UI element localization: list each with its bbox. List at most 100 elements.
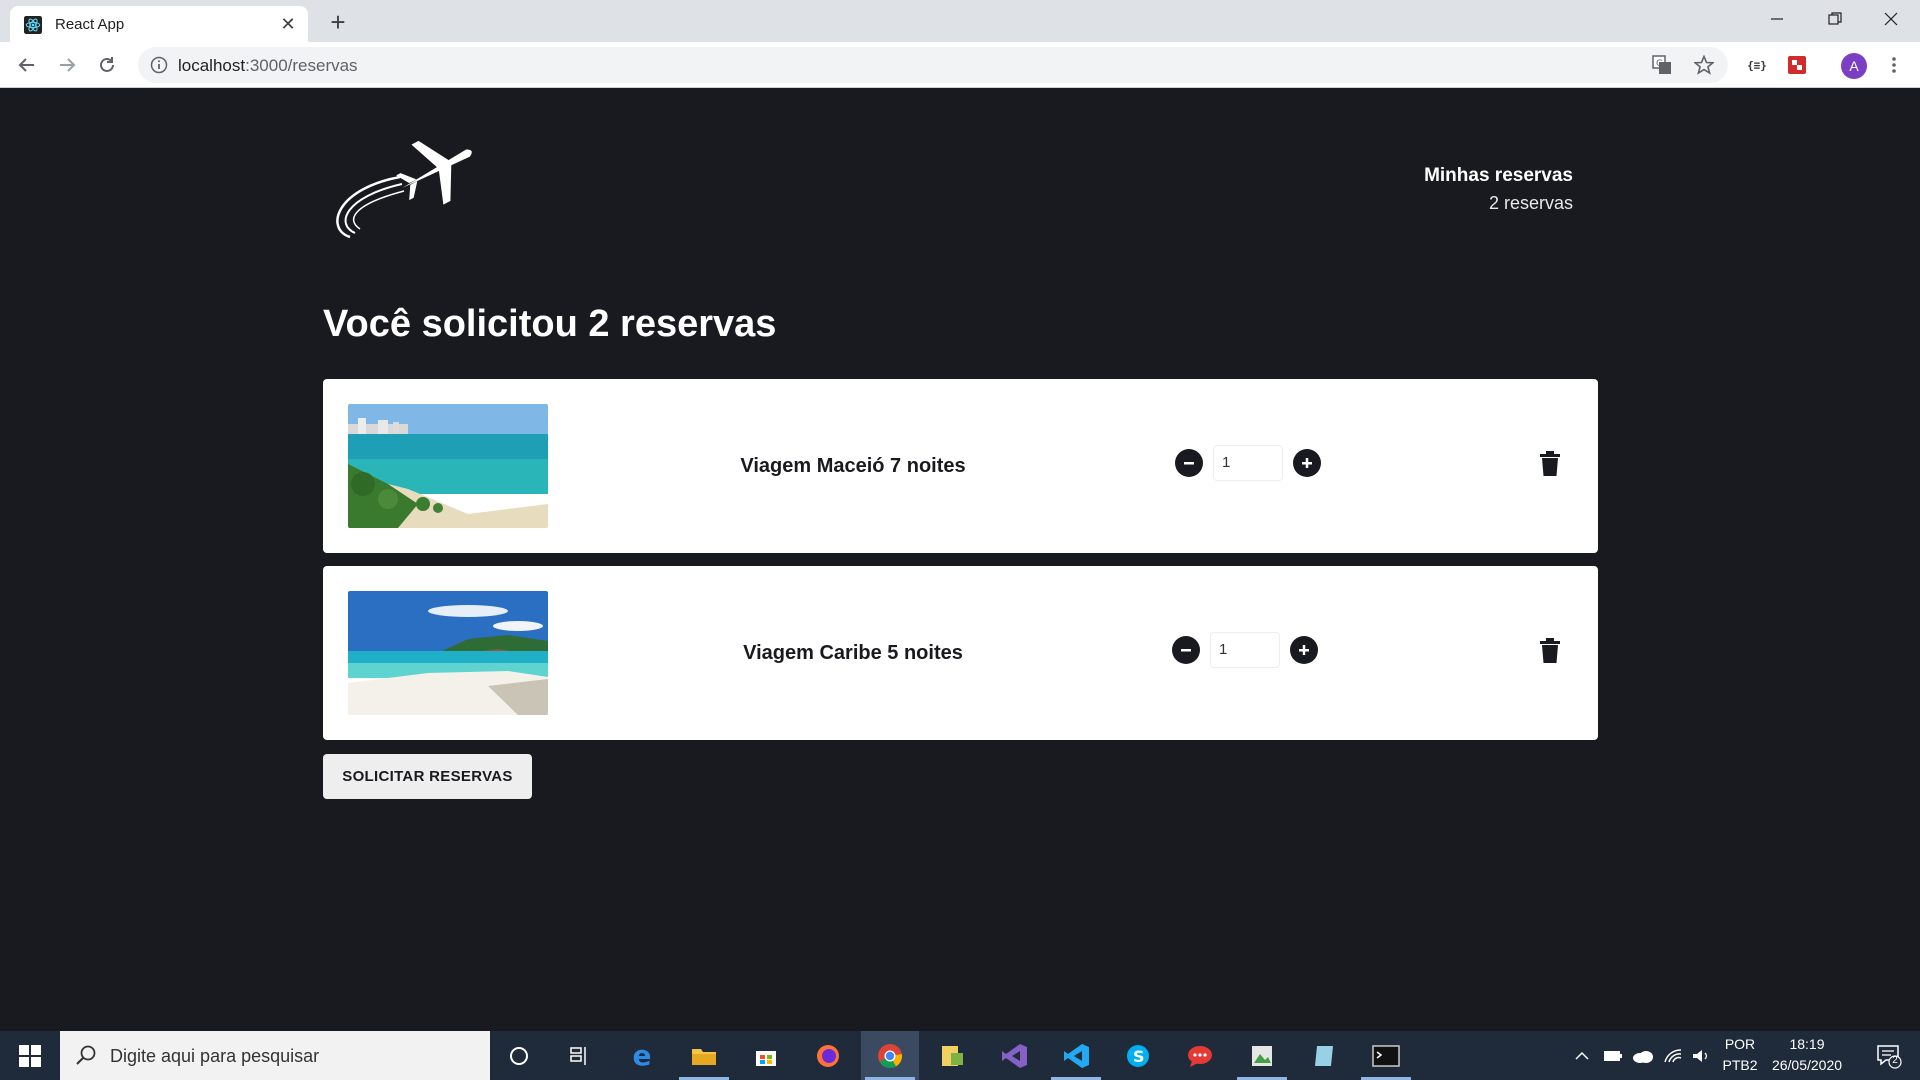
- quantity-input[interactable]: 1: [1210, 632, 1280, 668]
- taskbar-chrome[interactable]: [861, 1031, 919, 1080]
- minus-icon: [1184, 462, 1194, 465]
- bookmark-button[interactable]: [1690, 51, 1718, 79]
- url-path: :3000/reservas: [245, 56, 358, 75]
- browser-tab[interactable]: React App ✕: [10, 6, 308, 42]
- restore-icon: [1828, 12, 1842, 25]
- arrow-right-icon: [60, 58, 76, 72]
- taskbar-firefox[interactable]: [799, 1031, 857, 1080]
- minus-icon: [1181, 649, 1191, 652]
- taskbar-file-explorer[interactable]: [675, 1031, 733, 1080]
- profile-avatar[interactable]: A: [1841, 53, 1867, 79]
- cortana-icon: [510, 1046, 528, 1065]
- minimize-button[interactable]: [1748, 0, 1806, 38]
- cart-summary[interactable]: Minhas reservas 2 reservas: [1424, 165, 1573, 214]
- plus-icon: [1299, 645, 1309, 655]
- minimize-icon: [1771, 18, 1783, 20]
- airplane-logo[interactable]: [330, 129, 480, 249]
- wifi-indicator[interactable]: [1660, 1031, 1686, 1080]
- cart-title: Minhas reservas: [1424, 165, 1573, 186]
- plus-icon: [1302, 458, 1312, 468]
- decrement-button[interactable]: [1175, 449, 1203, 477]
- page: Minhas reservas 2 reservas Você solicito…: [0, 89, 1920, 1031]
- booking-card: Viagem Maceió 7 noites 1: [323, 379, 1598, 553]
- back-button[interactable]: [12, 50, 42, 80]
- tools-icon: [942, 1045, 963, 1066]
- submit-reservations-button[interactable]: SOLICITAR RESERVAS: [323, 754, 532, 799]
- menu-button[interactable]: [1880, 51, 1908, 79]
- clock-date: 26/05/2020: [1771, 1057, 1843, 1073]
- json-extension-button[interactable]: {≡}: [1743, 51, 1771, 79]
- translate-icon: G: [1652, 55, 1671, 74]
- search-icon: [76, 1045, 96, 1065]
- booking-card: Viagem Caribe 5 noites 1: [323, 566, 1598, 740]
- notes-icon: [1315, 1045, 1333, 1066]
- info-icon[interactable]: [150, 56, 168, 74]
- tab-title: React App: [55, 16, 125, 33]
- delete-icon[interactable]: [1538, 638, 1562, 664]
- task-view-icon: [570, 1046, 586, 1065]
- notification-count: 2: [1892, 1055, 1898, 1066]
- battery-indicator[interactable]: [1600, 1031, 1626, 1080]
- clock[interactable]: 18:19 26/05/2020: [1762, 1036, 1852, 1073]
- reload-button[interactable]: [92, 50, 122, 80]
- decrement-button[interactable]: [1172, 636, 1200, 664]
- windows-icon: [19, 1044, 41, 1067]
- taskbar-notes[interactable]: [1295, 1031, 1353, 1080]
- svg-text:S: S: [1133, 1047, 1145, 1066]
- taskbar-app-tools[interactable]: [923, 1031, 981, 1080]
- windows-taskbar: Digite aqui para pesquisar e S POR PTB2 …: [0, 1031, 1920, 1080]
- taskbar-vscode[interactable]: [1047, 1031, 1105, 1080]
- chrome-icon: [878, 1043, 903, 1068]
- taskbar-edge[interactable]: e: [613, 1031, 671, 1080]
- json-icon: {≡}: [1747, 58, 1767, 72]
- firefox-icon: [817, 1044, 839, 1067]
- skype-icon: S: [1127, 1044, 1149, 1067]
- url-host: localhost: [178, 56, 246, 75]
- onedrive-indicator[interactable]: [1630, 1031, 1656, 1080]
- keyboard-layout: PTB2: [1722, 1057, 1758, 1073]
- image-viewer-icon: [1252, 1045, 1272, 1066]
- task-view-button[interactable]: [551, 1031, 609, 1080]
- folder-icon: [692, 1048, 716, 1065]
- taskbar-store[interactable]: [737, 1031, 795, 1080]
- taskbar-search[interactable]: Digite aqui para pesquisar: [60, 1031, 490, 1080]
- extension-button[interactable]: [1783, 51, 1811, 79]
- chat-icon: [1188, 1045, 1212, 1067]
- increment-button[interactable]: [1290, 636, 1318, 664]
- chevron-up-icon: [1575, 1051, 1589, 1060]
- taskbar-visual-studio[interactable]: [985, 1031, 1043, 1080]
- start-button[interactable]: [0, 1031, 60, 1080]
- taskbar-terminal[interactable]: [1357, 1031, 1415, 1080]
- translate-button[interactable]: G: [1648, 51, 1676, 79]
- volume-icon: [1693, 1049, 1708, 1062]
- tab-close-button[interactable]: ✕: [276, 12, 300, 36]
- reload-icon: [100, 57, 114, 72]
- new-tab-button[interactable]: +: [324, 8, 352, 36]
- restore-button[interactable]: [1806, 0, 1864, 38]
- quantity-input[interactable]: 1: [1213, 445, 1283, 481]
- input-language[interactable]: POR PTB2: [1718, 1036, 1762, 1073]
- taskbar-image-viewer[interactable]: [1233, 1031, 1291, 1080]
- clock-time: 18:19: [1789, 1036, 1825, 1052]
- arrow-left-icon: [18, 58, 34, 72]
- address-bar[interactable]: localhost:3000/reservas G: [138, 47, 1728, 83]
- close-window-button[interactable]: [1862, 0, 1920, 38]
- forward-button[interactable]: [52, 50, 82, 80]
- language-code: POR: [1724, 1036, 1756, 1052]
- edge-icon: e: [632, 1039, 652, 1072]
- action-center-button[interactable]: 2: [1876, 1043, 1902, 1069]
- cloud-icon: [1633, 1050, 1653, 1063]
- taskbar-chat[interactable]: [1171, 1031, 1229, 1080]
- more-vertical-icon: [1892, 57, 1896, 73]
- show-hidden-icons-button[interactable]: [1570, 1031, 1594, 1080]
- visual-studio-icon: [1002, 1043, 1027, 1068]
- delete-icon[interactable]: [1538, 451, 1562, 477]
- vscode-icon: [1064, 1043, 1089, 1068]
- star-icon: [1694, 55, 1714, 75]
- tab-strip: React App ✕ +: [0, 0, 1920, 42]
- volume-indicator[interactable]: [1688, 1031, 1714, 1080]
- browser-toolbar: localhost:3000/reservas G {≡} A: [0, 42, 1920, 88]
- increment-button[interactable]: [1293, 449, 1321, 477]
- cortana-button[interactable]: [490, 1031, 548, 1080]
- taskbar-skype[interactable]: S: [1109, 1031, 1167, 1080]
